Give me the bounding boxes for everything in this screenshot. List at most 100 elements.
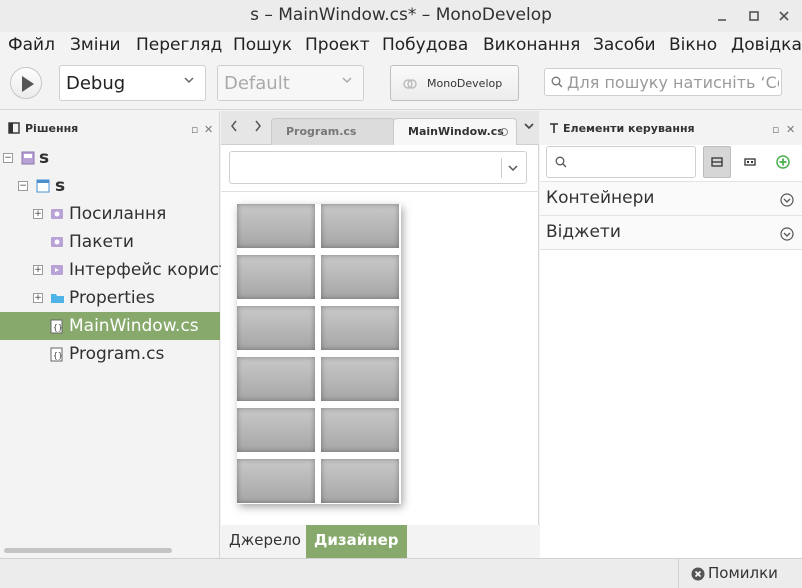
menu-project[interactable]: Проект — [305, 35, 370, 55]
menu-search[interactable]: Пошук — [233, 35, 292, 55]
tree-item-label: Посилання — [69, 204, 167, 224]
search-input[interactable] — [567, 69, 779, 95]
play-icon — [22, 76, 34, 92]
close-window-button[interactable] — [774, 6, 794, 26]
collapse-icon[interactable]: − — [18, 181, 28, 191]
widget-placeholder[interactable] — [237, 204, 315, 248]
toolbox-pad-title: Елементи керування — [563, 122, 695, 135]
solution-pad-title: Рішення — [25, 122, 79, 135]
toolbox-pad: Елементи керування ▫ ✕ Контейнери Віджет… — [540, 111, 802, 558]
toolbox-search-input[interactable] — [546, 146, 696, 178]
maximize-button[interactable] — [744, 6, 764, 26]
source-tab[interactable]: Джерело — [221, 525, 309, 558]
pad-minimize-button[interactable]: ▫ — [772, 123, 779, 136]
tree-item-mainwindow[interactable]: {} MainWindow.cs — [0, 312, 220, 340]
solution-icon — [21, 151, 35, 165]
pad-close-button[interactable]: ✕ — [786, 123, 795, 136]
tab-next-button[interactable] — [254, 120, 262, 136]
run-button[interactable] — [10, 67, 42, 99]
widget-placeholder[interactable] — [321, 408, 399, 452]
add-icon — [776, 155, 790, 169]
designed-window[interactable] — [237, 204, 401, 504]
minimize-button[interactable] — [712, 6, 732, 26]
errors-label: Помилки — [708, 564, 778, 582]
widget-placeholder[interactable] — [321, 357, 399, 401]
widget-selector[interactable] — [229, 151, 527, 184]
pad-minimize-button[interactable]: ▫ — [191, 123, 198, 136]
menu-tools[interactable]: Засоби — [593, 35, 656, 55]
tab-list-dropdown-icon[interactable] — [523, 120, 535, 132]
widget-placeholder[interactable] — [321, 306, 399, 350]
errors-button[interactable]: Помилки — [678, 559, 802, 588]
list-view-icon — [711, 157, 723, 167]
tree-item-properties[interactable]: + Properties — [0, 284, 220, 312]
menu-build[interactable]: Побудова — [382, 35, 468, 55]
category-label: Віджети — [546, 222, 621, 242]
category-containers[interactable]: Контейнери — [540, 182, 802, 216]
chevron-right-icon — [255, 120, 261, 132]
chevron-down-icon — [508, 165, 518, 172]
tree-item-ui[interactable]: + Інтерфейс користувача — [0, 256, 280, 284]
tree-item-label: s — [55, 176, 66, 196]
tree-item-project[interactable]: − s — [0, 172, 220, 200]
menu-edit[interactable]: Зміни — [70, 35, 121, 55]
compact-view-toggle[interactable] — [736, 146, 764, 178]
tree-item-references[interactable]: + Посилання — [0, 200, 220, 228]
category-label: Контейнери — [546, 188, 655, 208]
menu-file[interactable]: Файл — [8, 35, 55, 55]
view-tabs: Джерело Дизайнер — [221, 525, 539, 558]
menu-help[interactable]: Довідка — [731, 35, 802, 55]
platform-select[interactable]: Default — [217, 65, 364, 101]
status-bar: Помилки — [0, 558, 802, 588]
add-toolbox-item-button[interactable] — [769, 146, 797, 178]
ui-folder-icon — [51, 265, 63, 275]
designer-tab[interactable]: Дизайнер — [306, 525, 407, 558]
expand-icon[interactable]: + — [33, 293, 43, 303]
tab-program-cs[interactable]: Program.cs — [271, 118, 395, 145]
editor-area: Program.cs MainWindow.cs Джерело Дизайне… — [221, 111, 539, 558]
svg-text:{}: {} — [53, 351, 63, 360]
minimize-icon — [718, 19, 726, 21]
category-widgets[interactable]: Віджети — [540, 216, 802, 250]
pad-close-button[interactable]: ✕ — [204, 123, 213, 136]
widget-placeholder[interactable] — [237, 408, 315, 452]
tab-mainwindow-cs[interactable]: MainWindow.cs — [393, 118, 517, 145]
menu-window[interactable]: Вікно — [669, 35, 717, 55]
menu-view[interactable]: Перегляд — [136, 35, 222, 55]
widget-placeholder[interactable] — [237, 306, 315, 350]
widget-placeholder[interactable] — [237, 459, 315, 503]
menu-run[interactable]: Виконання — [483, 35, 580, 55]
widget-placeholder[interactable] — [321, 459, 399, 503]
status-area[interactable]: MonoDevelop — [390, 65, 519, 101]
widget-placeholder[interactable] — [321, 204, 399, 248]
widget-placeholder[interactable] — [321, 255, 399, 299]
designer-canvas[interactable] — [221, 191, 539, 525]
horizontal-scrollbar[interactable] — [4, 548, 172, 553]
modified-indicator-icon[interactable] — [500, 128, 508, 136]
status-label: MonoDevelop — [427, 77, 503, 90]
packages-folder-icon — [51, 237, 63, 247]
tree-item-program[interactable]: {} Program.cs — [0, 340, 220, 368]
configuration-value: Debug — [66, 73, 126, 94]
configuration-select[interactable]: Debug — [59, 65, 206, 101]
search-icon — [551, 76, 563, 88]
tree-item-label: Program.cs — [69, 344, 165, 364]
tree-item-packages[interactable]: Пакети — [0, 228, 220, 256]
expand-icon[interactable]: + — [33, 265, 43, 275]
expand-icon[interactable]: + — [33, 209, 43, 219]
cs-file-icon: {} — [50, 319, 63, 334]
tab-label: MainWindow.cs — [408, 125, 504, 138]
global-search[interactable] — [544, 68, 782, 96]
svg-text:{}: {} — [53, 323, 63, 332]
tree-item-label: s — [39, 148, 50, 168]
widget-placeholder[interactable] — [237, 255, 315, 299]
list-view-toggle[interactable] — [703, 146, 731, 178]
tab-prev-button[interactable] — [230, 120, 238, 136]
expand-circle-icon — [780, 227, 794, 241]
project-icon — [36, 179, 50, 193]
tree-item-label: MainWindow.cs — [69, 316, 199, 336]
main-toolbar: Debug Default MonoDevelop — [0, 60, 802, 110]
tree-item-solution[interactable]: − s — [0, 144, 220, 172]
collapse-icon[interactable]: − — [3, 153, 13, 163]
widget-placeholder[interactable] — [237, 357, 315, 401]
